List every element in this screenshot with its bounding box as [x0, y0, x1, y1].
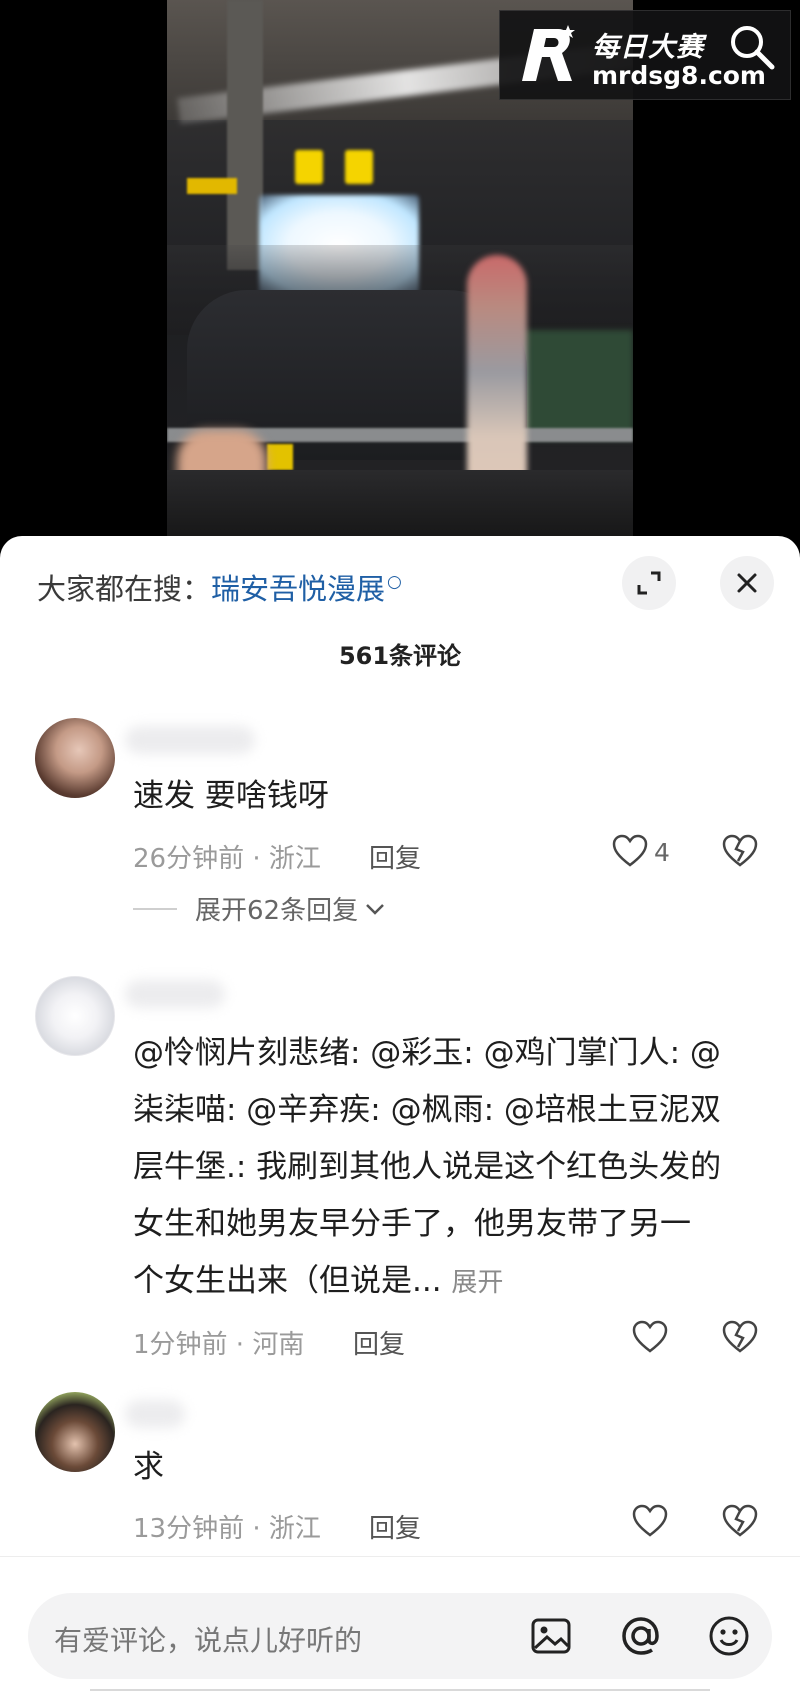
reply-button[interactable]: 回复: [353, 1324, 405, 1361]
emoji-icon[interactable]: [706, 1613, 752, 1659]
comment-meta: 26分钟前 · 浙江: [133, 844, 321, 874]
avatar[interactable]: [35, 1392, 115, 1472]
trending-label: 大家都在搜：: [37, 572, 212, 606]
reply-button[interactable]: 回复: [369, 838, 421, 875]
comment-text-line: 柒柒喵: @辛弃疾: @枫雨: @培根土豆泥双: [133, 1092, 721, 1128]
watermark-logo-icon: [522, 25, 575, 81]
comment-text-line: 个女生出来（但说是... 展开: [133, 1253, 773, 1312]
comment-text-line: 女生和她男友早分手了，他男友带了另一: [133, 1206, 691, 1242]
comment-text: 速发 要啥钱呀: [133, 778, 329, 814]
expand-replies-button[interactable]: 展开62条回复: [133, 890, 386, 927]
divider-line: [133, 907, 177, 910]
username-blurred[interactable]: [125, 980, 225, 1008]
video-scene-plate: [267, 444, 293, 470]
comment-text-line: 层牛堡.: 我刷到其他人说是这个红色头发的: [133, 1149, 722, 1185]
comment-meta: 1分钟前 · 河南: [133, 1330, 305, 1360]
expand-button[interactable]: [622, 556, 676, 610]
chevron-down-icon: [366, 903, 384, 915]
comments-sheet: 大家都在搜：瑞安吾悦漫展 ○ 561条评论 速发 要啥钱呀 26分钟前 · 浙江 …: [0, 536, 800, 1698]
expand-icon: [637, 571, 661, 595]
broken-heart-icon[interactable]: [722, 1504, 758, 1538]
video-scene-sign: [345, 150, 373, 184]
comment-input[interactable]: 有爱评论，说点儿好听的: [28, 1593, 772, 1679]
heart-icon[interactable]: [632, 1320, 668, 1354]
username-blurred[interactable]: [125, 1400, 185, 1428]
username-blurred[interactable]: [125, 726, 255, 754]
like-count: 4: [654, 838, 670, 867]
comment-input-bar: 有爱评论，说点儿好听的: [0, 1556, 800, 1698]
comment-count: 561条评论: [338, 642, 462, 670]
video-player[interactable]: 每日大赛 mrdsg8.com: [0, 0, 800, 560]
at-icon[interactable]: [618, 1613, 664, 1659]
close-button[interactable]: [720, 556, 774, 610]
broken-heart-icon[interactable]: [722, 1320, 758, 1354]
divider-line: [90, 1689, 710, 1698]
expand-text-button[interactable]: 展开: [451, 1268, 503, 1298]
comment-meta: 13分钟前 · 浙江: [133, 1514, 321, 1544]
comment-text: @怜悯片刻悲绪: @彩玉: @鸡门掌门人: @ 柒柒喵: @辛弃疾: @枫雨: …: [133, 1025, 773, 1312]
heart-icon[interactable]: [612, 834, 648, 868]
expand-replies-label: 展开62条回复: [195, 896, 359, 926]
comment-text-line: @怜悯片刻悲绪: @彩玉: @鸡门掌门人: @: [133, 1035, 721, 1071]
video-scene-sign: [187, 178, 237, 194]
video-scene-sign: [295, 150, 323, 184]
comment-input-placeholder: 有爱评论，说点儿好听的: [54, 1624, 363, 1657]
comment-text-tail: 个女生出来（但说是...: [133, 1263, 442, 1299]
search-icon[interactable]: [726, 21, 778, 73]
comment-text: 求: [133, 1449, 164, 1485]
watermark: 每日大赛 mrdsg8.com: [499, 10, 791, 100]
video-scene-pillar: [227, 0, 263, 270]
avatar[interactable]: [35, 976, 115, 1056]
close-icon: [737, 573, 757, 593]
image-icon[interactable]: [528, 1613, 574, 1659]
watermark-brand: 每日大赛: [592, 32, 704, 63]
broken-heart-icon[interactable]: [722, 834, 758, 868]
heart-icon[interactable]: [632, 1504, 668, 1538]
avatar[interactable]: [35, 718, 115, 798]
search-small-icon: ○: [387, 572, 402, 592]
trending-keyword[interactable]: 瑞安吾悦漫展: [211, 572, 385, 606]
reply-button[interactable]: 回复: [369, 1508, 421, 1545]
trending-search[interactable]: 大家都在搜：瑞安吾悦漫展 ○: [37, 566, 402, 608]
